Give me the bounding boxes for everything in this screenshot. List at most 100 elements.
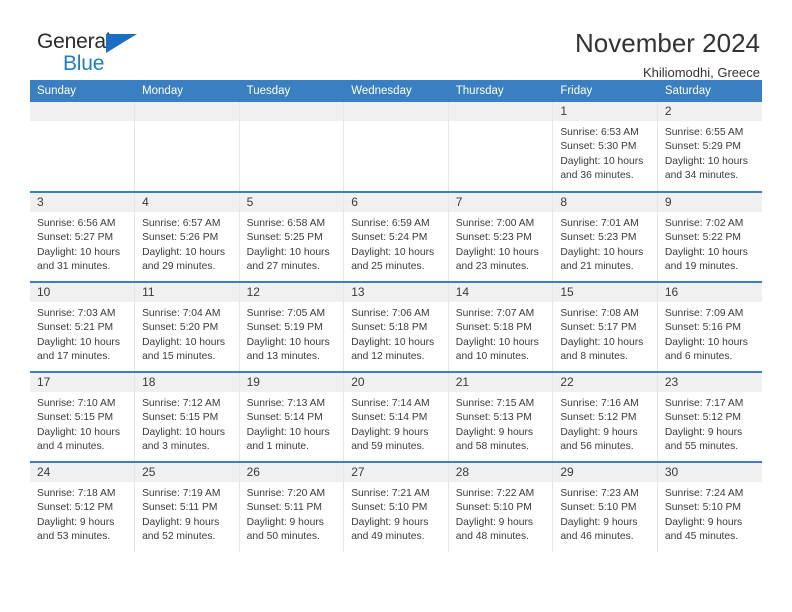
calendar-day-cell[interactable]: 5 Sunrise: 6:58 AM Sunset: 5:25 PM Daylight… bbox=[239, 192, 345, 283]
sunrise-time: Sunrise: 7:19 AM bbox=[142, 488, 221, 499]
daylight-hours: Daylight: 9 hours bbox=[560, 516, 638, 528]
calendar-day-cell[interactable]: 8 Sunrise: 7:01 AM Sunset: 5:23 PM Daylight… bbox=[552, 192, 658, 283]
calendar-day-cell[interactable]: 14 Sunrise: 7:07 AM Sunset: 5:18 PM Dayligh… bbox=[448, 282, 554, 373]
calendar-day-cell[interactable]: 28 Sunrise: 7:22 AM Sunset: 5:10 PM Dayligh… bbox=[448, 462, 554, 552]
daylight-minutes: and 53 minutes. bbox=[37, 530, 111, 542]
daylight-minutes: and 31 minutes. bbox=[37, 260, 111, 272]
daylight-hours: Daylight: 9 hours bbox=[664, 516, 743, 528]
calendar-day-cell[interactable]: 3 Sunrise: 6:56 AM Sunset: 5:27 PM Daylight… bbox=[30, 192, 136, 283]
sunrise-time: Sunrise: 7:02 AM bbox=[664, 218, 744, 229]
calendar-day-cell[interactable]: 13 Sunrise: 7:06 AM Sunset: 5:18 PM Dayligh… bbox=[343, 282, 449, 373]
daylight-hours: Daylight: 10 hours bbox=[37, 426, 120, 438]
day-details: Sunrise: 7:23 AM Sunset: 5:10 PM Daylight:… bbox=[553, 482, 657, 544]
calendar-day-cell[interactable]: 26 Sunrise: 7:20 AM Sunset: 5:11 PM Dayligh… bbox=[239, 462, 345, 552]
calendar-day-cell[interactable]: 16 Sunrise: 7:09 AM Sunset: 5:16 PM Dayligh… bbox=[657, 282, 762, 373]
daylight-minutes: and 21 minutes. bbox=[560, 260, 634, 272]
day-details: Sunrise: 7:18 AM Sunset: 5:12 PM Daylight:… bbox=[30, 482, 134, 544]
calendar-day-cell[interactable]: 24 Sunrise: 7:18 AM Sunset: 5:12 PM Dayligh… bbox=[30, 462, 136, 552]
calendar-day-cell[interactable]: 17 Sunrise: 7:10 AM Sunset: 5:15 PM Dayligh… bbox=[30, 372, 136, 463]
daylight-minutes: and 23 minutes. bbox=[455, 260, 530, 272]
daylight-hours: Daylight: 10 hours bbox=[455, 336, 539, 348]
calendar-day-cell[interactable]: 11 Sunrise: 7:04 AM Sunset: 5:20 PM Dayligh… bbox=[134, 282, 240, 373]
sunrise-time: Sunrise: 6:58 AM bbox=[246, 218, 326, 229]
day-number: 21 bbox=[448, 373, 553, 392]
calendar-day-cell[interactable]: 1 Sunrise: 6:53 AM Sunset: 5:30 PM Daylight… bbox=[552, 102, 658, 193]
calendar-day-cell[interactable]: 4 Sunrise: 6:57 AM Sunset: 5:26 PM Daylight… bbox=[134, 192, 240, 283]
day-number bbox=[135, 102, 239, 121]
daylight-hours: Daylight: 10 hours bbox=[351, 246, 435, 258]
daylight-hours: Daylight: 10 hours bbox=[351, 336, 435, 348]
day-details: Sunrise: 7:02 AM Sunset: 5:22 PM Daylight:… bbox=[658, 212, 762, 274]
day-number: 15 bbox=[553, 283, 657, 302]
sunrise-time: Sunrise: 6:56 AM bbox=[37, 218, 116, 229]
triangle-icon bbox=[106, 34, 137, 53]
calendar-day-cell[interactable]: 20 Sunrise: 7:14 AM Sunset: 5:14 PM Dayligh… bbox=[343, 372, 449, 463]
calendar-day-cell[interactable]: 9 Sunrise: 7:02 AM Sunset: 5:22 PM Daylight… bbox=[657, 192, 762, 283]
calendar-day-cell[interactable]: 23 Sunrise: 7:17 AM Sunset: 5:12 PM Dayligh… bbox=[657, 372, 762, 463]
sunset-time: Sunset: 5:29 PM bbox=[664, 141, 742, 153]
day-number: 23 bbox=[657, 373, 762, 392]
sunset-time: Sunset: 5:17 PM bbox=[560, 322, 637, 334]
sunset-time: Sunset: 5:10 PM bbox=[560, 502, 637, 514]
calendar-day-cell[interactable]: 21 Sunrise: 7:15 AM Sunset: 5:13 PM Dayligh… bbox=[448, 372, 554, 463]
day-details: Sunrise: 7:16 AM Sunset: 5:12 PM Daylight:… bbox=[553, 392, 657, 454]
calendar-empty-cell bbox=[30, 102, 136, 193]
day-details: Sunrise: 7:08 AM Sunset: 5:17 PM Daylight:… bbox=[553, 302, 657, 364]
calendar-day-cell[interactable]: 22 Sunrise: 7:16 AM Sunset: 5:12 PM Dayligh… bbox=[552, 372, 658, 463]
sunrise-time: Sunrise: 7:00 AM bbox=[455, 218, 535, 229]
day-details: Sunrise: 7:13 AM Sunset: 5:14 PM Daylight:… bbox=[240, 392, 344, 454]
calendar-day-cell[interactable]: 7 Sunrise: 7:00 AM Sunset: 5:23 PM Daylight… bbox=[448, 192, 554, 283]
sunset-time: Sunset: 5:30 PM bbox=[560, 141, 637, 153]
sunrise-time: Sunrise: 7:23 AM bbox=[560, 488, 639, 499]
day-number: 24 bbox=[30, 463, 135, 482]
sunrise-time: Sunrise: 6:55 AM bbox=[664, 127, 744, 138]
calendar-day-cell[interactable]: 25 Sunrise: 7:19 AM Sunset: 5:11 PM Dayligh… bbox=[134, 462, 240, 552]
calendar-week-row: 3 Sunrise: 6:56 AM Sunset: 5:27 PM Daylight… bbox=[30, 192, 762, 283]
day-details: Sunrise: 7:24 AM Sunset: 5:10 PM Daylight:… bbox=[658, 482, 762, 544]
general-blue-logo[interactable]: General Blue bbox=[30, 28, 150, 84]
weekday-header-tuesday: Tuesday bbox=[239, 80, 345, 102]
calendar-empty-cell bbox=[134, 102, 240, 193]
calendar-day-cell[interactable]: 29 Sunrise: 7:23 AM Sunset: 5:10 PM Dayligh… bbox=[552, 462, 658, 552]
daylight-minutes: and 49 minutes. bbox=[351, 530, 425, 542]
day-details: Sunrise: 6:55 AM Sunset: 5:29 PM Daylight:… bbox=[658, 121, 762, 183]
sunrise-time: Sunrise: 7:10 AM bbox=[37, 398, 116, 409]
calendar-day-cell[interactable]: 2 Sunrise: 6:55 AM Sunset: 5:29 PM Daylight… bbox=[657, 102, 762, 193]
day-details: Sunrise: 7:20 AM Sunset: 5:11 PM Daylight:… bbox=[240, 482, 344, 544]
calendar-day-cell[interactable]: 18 Sunrise: 7:12 AM Sunset: 5:15 PM Dayligh… bbox=[134, 372, 240, 463]
sunrise-time: Sunrise: 7:17 AM bbox=[664, 398, 744, 409]
calendar-day-cell[interactable]: 27 Sunrise: 7:21 AM Sunset: 5:10 PM Dayligh… bbox=[343, 462, 449, 552]
daylight-minutes: and 4 minutes. bbox=[37, 440, 105, 452]
sunrise-time: Sunrise: 7:06 AM bbox=[351, 308, 430, 319]
sunrise-time: Sunrise: 7:08 AM bbox=[560, 308, 639, 319]
sunset-time: Sunset: 5:18 PM bbox=[455, 322, 532, 334]
daylight-minutes: and 1 minute. bbox=[246, 440, 310, 452]
calendar-day-cell[interactable]: 6 Sunrise: 6:59 AM Sunset: 5:24 PM Daylight… bbox=[343, 192, 449, 283]
calendar-day-cell[interactable]: 15 Sunrise: 7:08 AM Sunset: 5:17 PM Dayligh… bbox=[552, 282, 658, 373]
sunset-time: Sunset: 5:20 PM bbox=[142, 322, 219, 334]
daylight-minutes: and 55 minutes. bbox=[664, 440, 739, 452]
daylight-minutes: and 36 minutes. bbox=[560, 169, 634, 181]
calendar-day-cell[interactable]: 10 Sunrise: 7:03 AM Sunset: 5:21 PM Dayligh… bbox=[30, 282, 136, 373]
daylight-hours: Daylight: 10 hours bbox=[664, 155, 748, 167]
daylight-hours: Daylight: 10 hours bbox=[37, 246, 120, 258]
calendar-body: 1 Sunrise: 6:53 AM Sunset: 5:30 PM Daylight… bbox=[30, 102, 762, 552]
sunrise-time: Sunrise: 6:59 AM bbox=[351, 218, 430, 229]
daylight-hours: Daylight: 10 hours bbox=[455, 246, 539, 258]
day-number: 13 bbox=[344, 283, 448, 302]
page-header: General Blue November 2024 Khiliomodhi, … bbox=[30, 0, 762, 80]
day-number: 6 bbox=[344, 193, 448, 212]
weekday-header-thursday: Thursday bbox=[448, 80, 554, 102]
calendar-day-cell[interactable]: 19 Sunrise: 7:13 AM Sunset: 5:14 PM Dayligh… bbox=[239, 372, 345, 463]
daylight-hours: Daylight: 9 hours bbox=[351, 426, 429, 438]
daylight-hours: Daylight: 10 hours bbox=[142, 246, 226, 258]
day-details: Sunrise: 7:09 AM Sunset: 5:16 PM Daylight:… bbox=[658, 302, 762, 364]
sunset-time: Sunset: 5:19 PM bbox=[246, 322, 323, 334]
calendar-day-cell[interactable]: 30 Sunrise: 7:24 AM Sunset: 5:10 PM Dayligh… bbox=[657, 462, 762, 552]
sunrise-time: Sunrise: 7:09 AM bbox=[664, 308, 744, 319]
sunrise-time: Sunrise: 7:12 AM bbox=[142, 398, 221, 409]
weekday-header-monday: Monday bbox=[134, 80, 240, 102]
calendar-day-cell[interactable]: 12 Sunrise: 7:05 AM Sunset: 5:19 PM Dayligh… bbox=[239, 282, 345, 373]
calendar-empty-cell bbox=[448, 102, 554, 193]
sunrise-time: Sunrise: 6:53 AM bbox=[560, 127, 639, 138]
